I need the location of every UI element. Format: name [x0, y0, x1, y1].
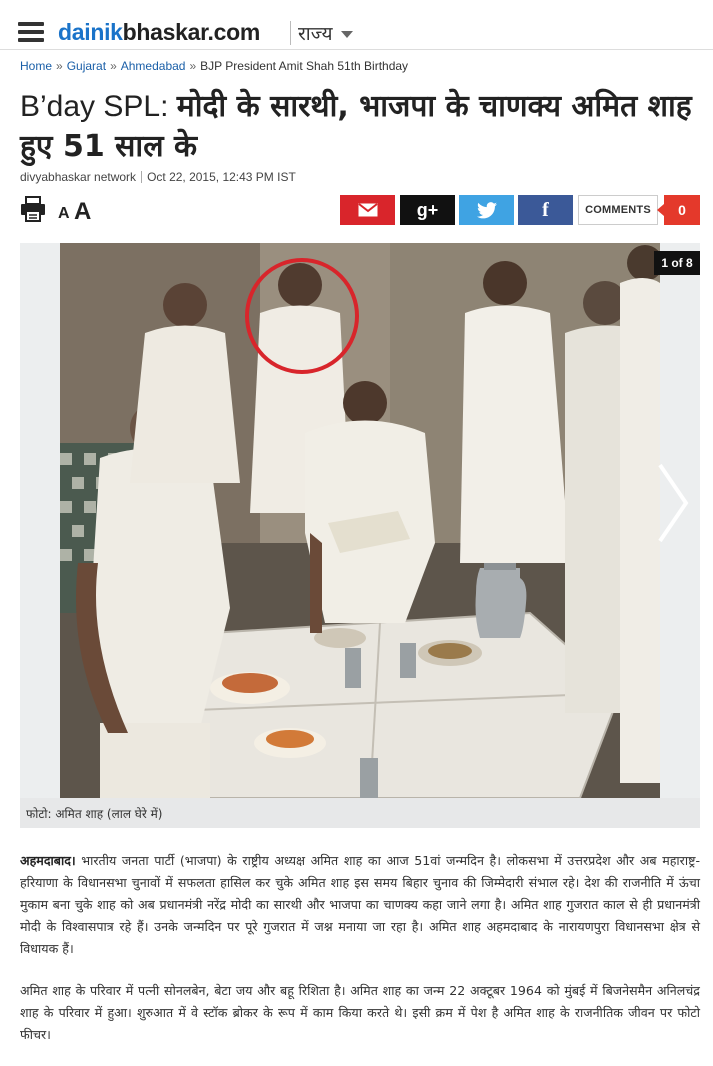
gallery-photo[interactable] [60, 243, 660, 798]
print-icon[interactable] [20, 196, 46, 222]
gallery-counter: 1 of 8 [654, 251, 700, 275]
hamburger-menu-icon[interactable] [18, 22, 44, 42]
article-timestamp: Oct 22, 2015, 12:43 PM IST [147, 170, 296, 184]
googleplus-icon: g+ [416, 199, 439, 220]
share-twitter-button[interactable] [459, 195, 514, 225]
share-facebook-button[interactable]: f [518, 195, 573, 225]
photo-gallery: 1 of 8 फोटो: अमित शाह (लाल घेरे में) [20, 243, 700, 828]
font-decrease-button[interactable]: A [58, 205, 70, 223]
breadcrumb-home[interactable]: Home [20, 59, 52, 73]
share-googleplus-button[interactable]: g+ [400, 195, 455, 225]
article-dateline: अहमदाबाद। [20, 853, 76, 868]
headline-prefix: B’day SPL: [20, 90, 177, 123]
logo-bhaskar: bhaskar.com [122, 19, 261, 45]
header-divider [290, 21, 291, 45]
email-icon [357, 203, 378, 217]
breadcrumb-current: BJP President Amit Shah 51th Birthday [200, 59, 409, 73]
meta-divider [141, 171, 143, 183]
article-paragraph-text: भारतीय जनता पार्टी (भाजपा) के राष्ट्रीय … [20, 853, 700, 956]
state-dropdown-label: राज्य [298, 23, 333, 45]
twitter-icon [476, 201, 497, 218]
article-paragraph: अहमदाबाद। भारतीय जनता पार्टी (भाजपा) के … [20, 850, 700, 960]
logo-dainik: dainik [58, 19, 123, 45]
font-increase-button[interactable]: A [74, 198, 91, 226]
breadcrumb-separator: » [189, 59, 197, 73]
article-source: divyabhaskar network [20, 170, 137, 184]
article-headline: B’day SPL: मोदी के सारथी, भाजपा के चाणक्… [20, 87, 700, 167]
breadcrumb-separator: » [110, 59, 117, 73]
breadcrumb-separator: » [56, 59, 63, 73]
chevron-down-icon [340, 31, 353, 38]
article-paragraph: अमित शाह के परिवार में पत्नी सोनलबेन, बे… [20, 983, 700, 1042]
breadcrumb-gujarat[interactable]: Gujarat [67, 59, 106, 73]
breadcrumb: Home» Gujarat» Ahmedabad» BJP President Ami… [20, 59, 408, 73]
top-navigation-bar: dainikbhaskar.com राज्य [0, 0, 713, 50]
breadcrumb-ahmedabad[interactable]: Ahmedabad [121, 59, 186, 73]
site-logo[interactable]: dainikbhaskar.com [58, 19, 260, 46]
facebook-icon: f [542, 198, 549, 221]
article-meta: divyabhaskar network Oct 22, 2015, 12:43 … [20, 170, 296, 184]
state-dropdown[interactable]: राज्य [298, 20, 353, 46]
share-email-button[interactable] [340, 195, 395, 225]
comments-button[interactable]: COMMENTS [578, 195, 658, 225]
next-arrow-icon[interactable] [654, 461, 690, 545]
article-body: अहमदाबाद। भारतीय जनता पार्टी (भाजपा) के … [20, 850, 700, 1066]
comments-count-badge[interactable]: 0 [657, 195, 700, 225]
photo-caption: फोटो: अमित शाह (लाल घेरे में) [20, 798, 700, 828]
